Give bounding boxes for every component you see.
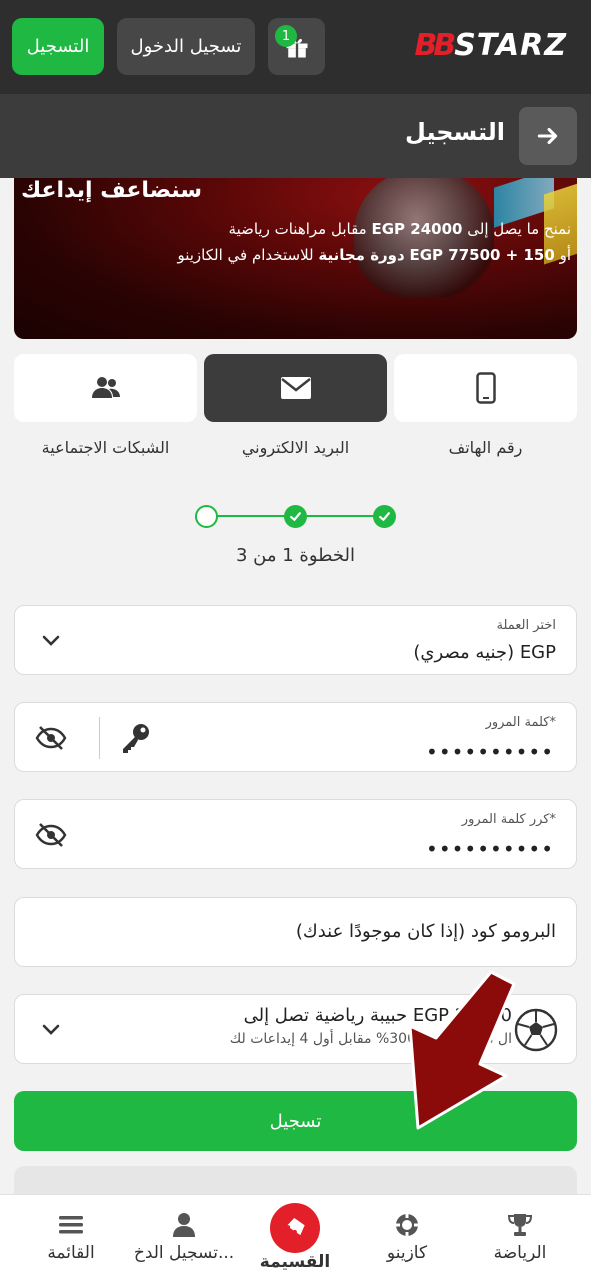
confirm-password-field[interactable]: كرر كلمة المرور* ••••••••••	[14, 799, 577, 869]
page-title: التسجيل	[405, 118, 505, 146]
tab-phone[interactable]	[394, 354, 577, 422]
bonus-title: حبيبة رياضية تصل إلى EGP 24000	[243, 1005, 512, 1026]
bonus-select[interactable]: حبيبة رياضية تصل إلى EGP 24000 ال مكافأة…	[14, 994, 577, 1064]
arrow-right-icon	[537, 127, 558, 145]
nav-menu-label: القائمة	[47, 1243, 95, 1263]
nav-sports-label: الرياضة	[493, 1243, 547, 1263]
submit-register-button[interactable]: تسجيل	[14, 1091, 577, 1151]
step-connector	[217, 515, 285, 517]
promo-banner[interactable]: سنضاعف إيداعك نمنح ما يصل إلى EGP 24000 …	[14, 178, 577, 339]
top-header: التسجيل تسجيل الدخول 1 BB STARZ	[0, 0, 591, 94]
nav-login[interactable]: تسجيل الدخ...	[125, 1195, 243, 1280]
password-value: ••••••••••	[426, 740, 554, 764]
nav-casino[interactable]: كازينو	[348, 1195, 466, 1280]
nav-casino-label: كازينو	[386, 1243, 428, 1263]
step-progress-text: الخطوة 1 من 3	[235, 545, 356, 566]
field-divider	[99, 717, 100, 759]
nav-login-label: تسجيل الدخ...	[133, 1243, 235, 1263]
banner-headline: سنضاعف إيداعك	[20, 178, 202, 203]
gift-count-badge: 1	[275, 25, 297, 47]
check-icon	[379, 512, 390, 522]
login-button[interactable]: تسجيل الدخول	[117, 18, 255, 75]
trophy-icon	[506, 1211, 534, 1239]
trophy-image	[354, 178, 494, 298]
brand-logo[interactable]: BB STARZ	[414, 28, 567, 63]
confirm-password-label: كرر كلمة المرور*	[461, 812, 556, 827]
tab-phone-label: رقم الهاتف	[448, 438, 523, 457]
users-icon	[91, 377, 120, 398]
currency-select[interactable]: اختر العملة EGP (جنيه مصري)	[14, 605, 577, 675]
gift-button[interactable]	[268, 18, 325, 75]
step-indicator-done	[284, 505, 307, 528]
casino-chip-icon	[393, 1211, 421, 1239]
user-icon	[170, 1211, 198, 1239]
soccer-ball-icon	[514, 1008, 558, 1052]
currency-label: اختر العملة	[496, 618, 556, 633]
key-icon[interactable]	[118, 721, 152, 755]
title-bar: التسجيل	[0, 94, 591, 178]
tab-email-label: البريد الالكتروني	[241, 438, 350, 457]
tab-email[interactable]	[204, 354, 387, 422]
nav-coupon-label: القسيمة	[259, 1252, 331, 1272]
hamburger-menu-icon	[57, 1211, 85, 1239]
password-field[interactable]: كلمة المرور* ••••••••••	[14, 702, 577, 772]
tab-social-label: الشبكات الاجتماعية	[41, 438, 170, 457]
password-label: كلمة المرور*	[485, 715, 556, 730]
nav-sports[interactable]: الرياضة	[461, 1195, 579, 1280]
logo-text: STARZ	[454, 28, 567, 63]
content-edge	[14, 1166, 577, 1196]
step-connector	[307, 515, 375, 517]
mobile-phone-icon	[475, 372, 496, 404]
back-button[interactable]	[519, 107, 577, 165]
envelope-icon	[280, 377, 311, 399]
bonus-description: ال مكافأة بقيمة 300% مقابل أول 4 إيداعات…	[229, 1031, 512, 1047]
chevron-down-icon[interactable]	[35, 1015, 67, 1045]
register-button[interactable]: التسجيل	[12, 18, 104, 75]
eye-slash-icon[interactable]	[35, 820, 67, 850]
nav-menu[interactable]: القائمة	[12, 1195, 130, 1280]
chevron-down-icon[interactable]	[35, 626, 67, 656]
tab-social-networks[interactable]	[14, 354, 197, 422]
step-indicator-done	[373, 505, 396, 528]
bottom-navigation: القائمة تسجيل الدخ... القسيمة كازينو الر…	[0, 1194, 591, 1280]
nav-coupon[interactable]: القسيمة	[236, 1195, 354, 1280]
step-indicator-pending	[195, 505, 218, 528]
banner-offer-casino: أو EGP 77500 + 150 دورة مجانية للاستخدام…	[177, 246, 571, 264]
check-icon	[290, 512, 301, 522]
ticket-icon	[270, 1203, 320, 1253]
promo-code-placeholder: البرومو كود (إذا كان موجودًا عندك)	[295, 921, 556, 942]
currency-value: EGP (جنيه مصري)	[413, 642, 556, 663]
logo-mark: BB	[414, 28, 456, 63]
eye-slash-icon[interactable]	[35, 723, 67, 753]
banner-offer-sports: نمنح ما يصل إلى EGP 24000 مقابل مراهنات …	[228, 220, 571, 238]
promo-code-input[interactable]: البرومو كود (إذا كان موجودًا عندك)	[14, 897, 577, 967]
confirm-password-value: ••••••••••	[426, 837, 554, 861]
